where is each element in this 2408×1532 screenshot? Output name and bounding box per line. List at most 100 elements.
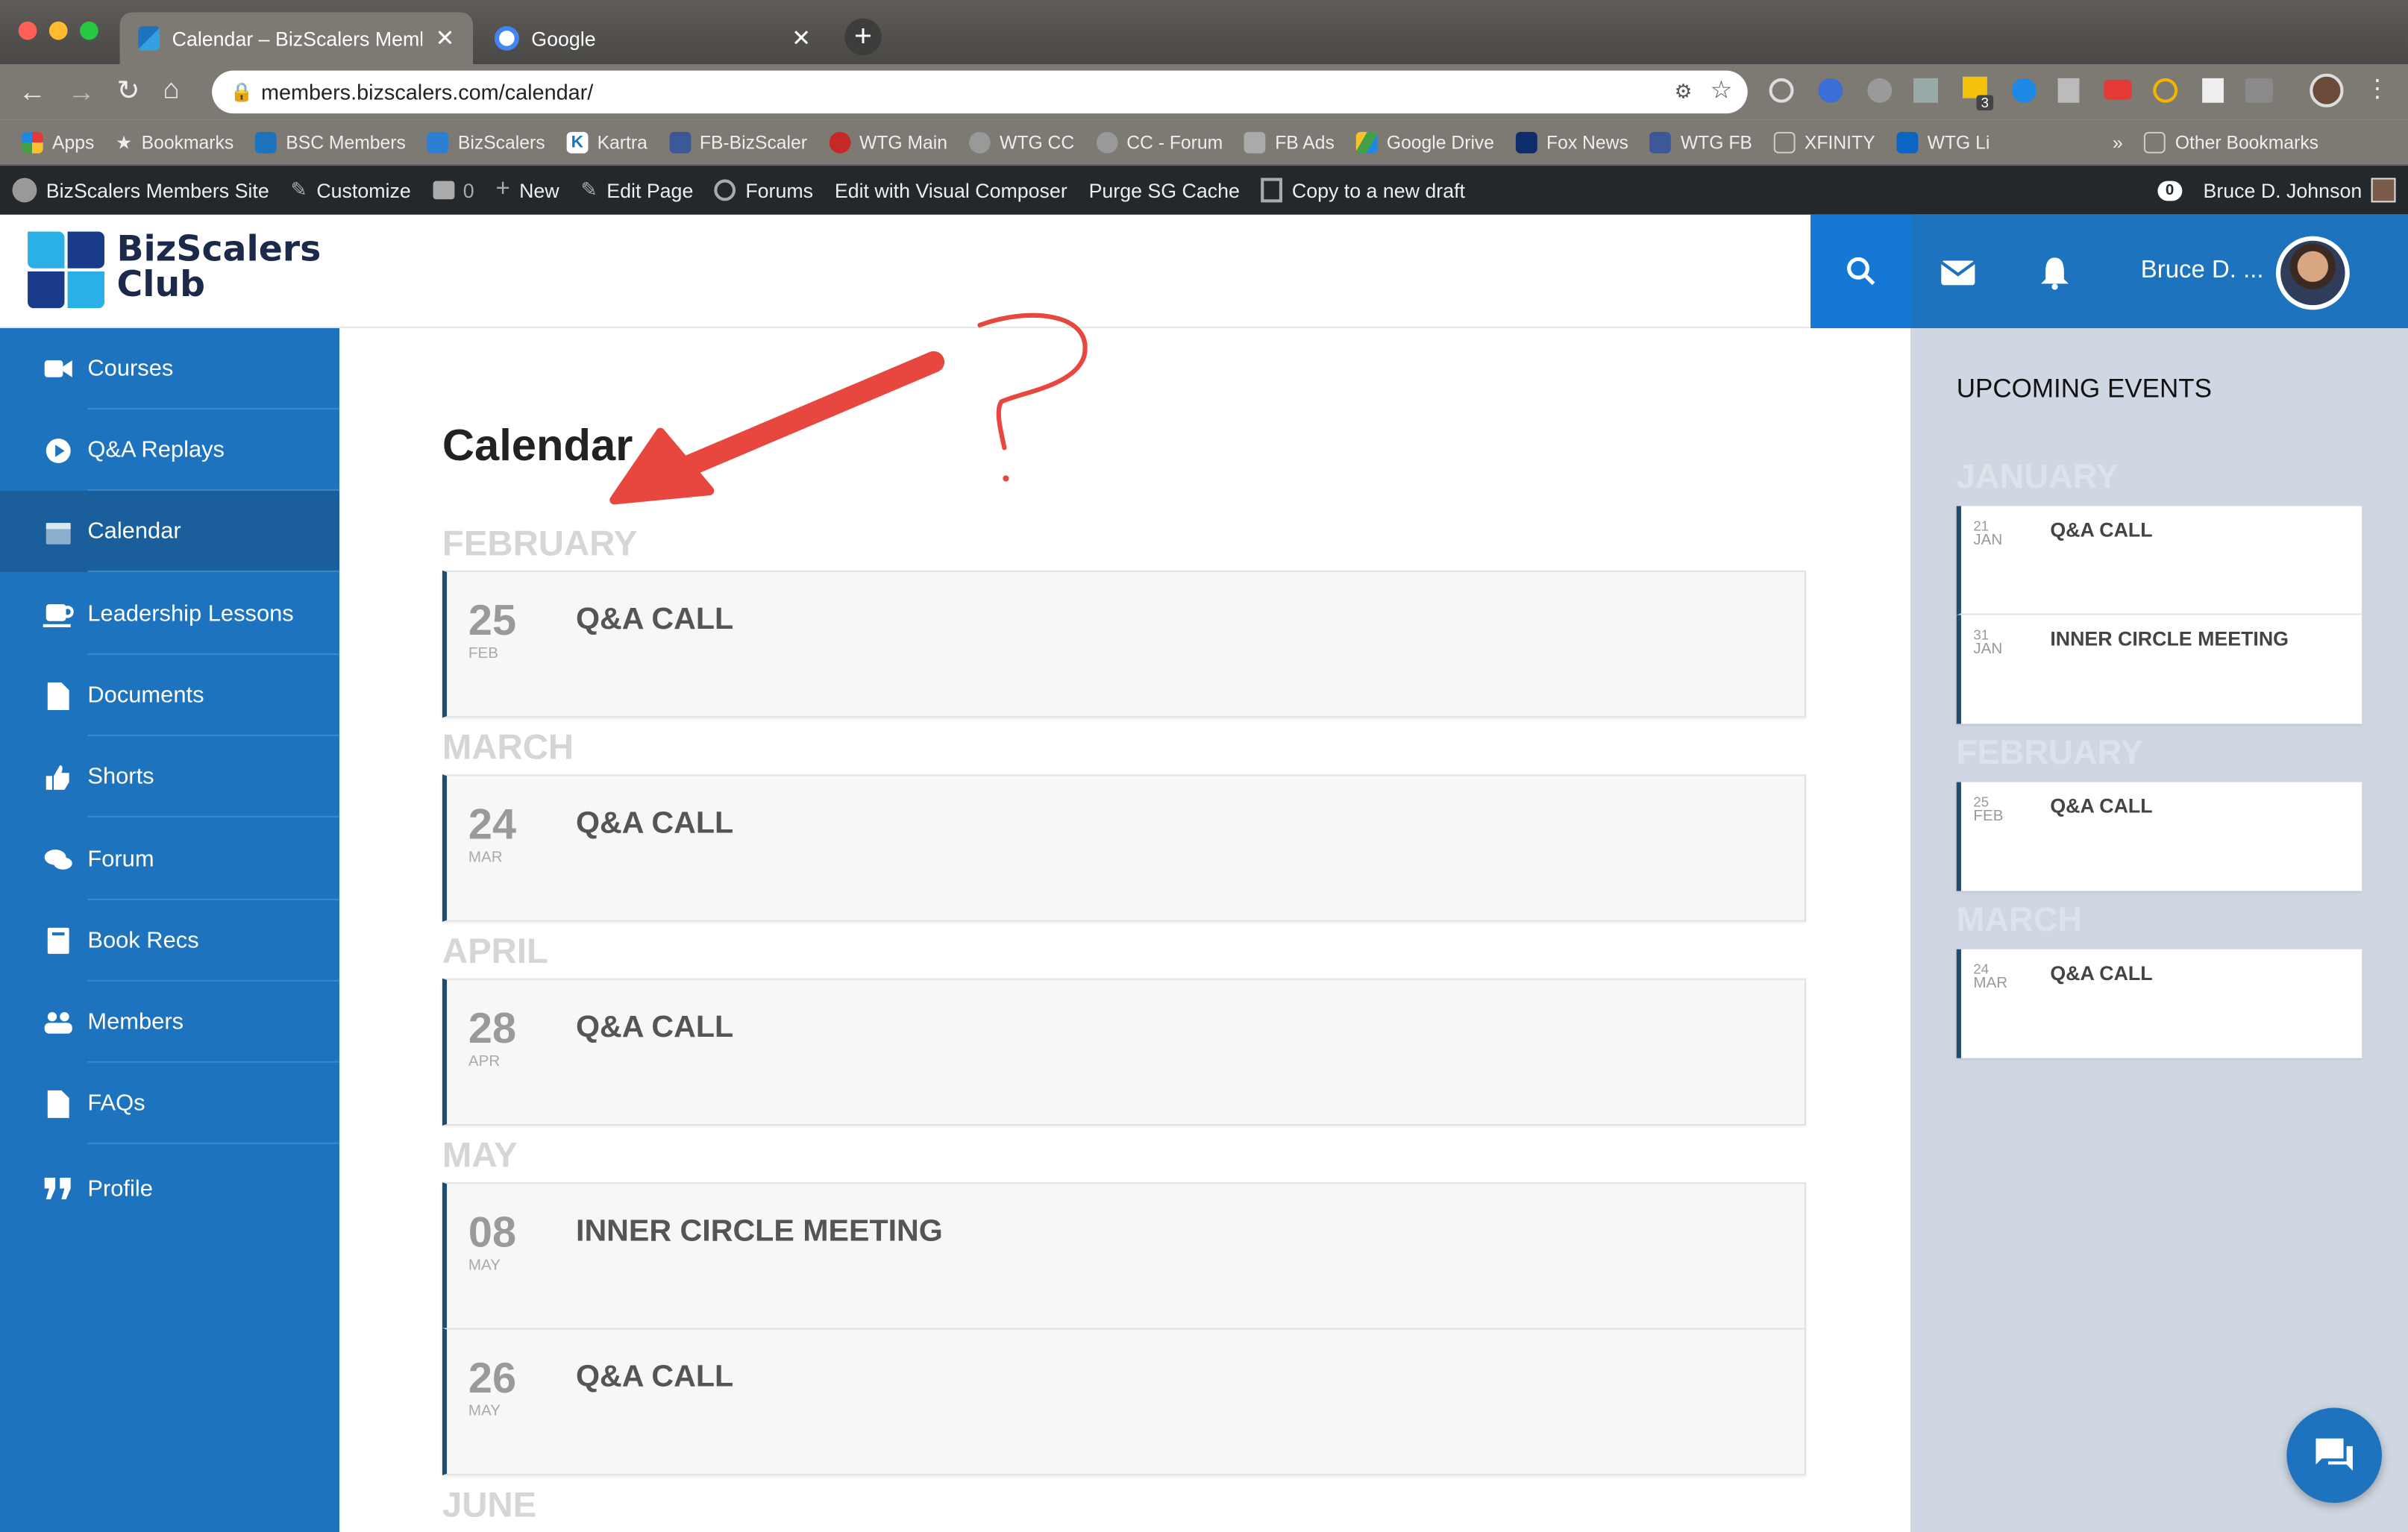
- event-card[interactable]: 08 MAY INNER CIRCLE MEETING: [442, 1182, 1806, 1330]
- tab-google[interactable]: Google ✕: [476, 12, 829, 64]
- envelope-icon[interactable]: [1941, 260, 1975, 286]
- extension-eyedropper-icon[interactable]: [1913, 78, 1939, 103]
- bookmark-fb-bizscaler[interactable]: FB-BizScaler: [668, 131, 807, 153]
- bookmark-bsc-members[interactable]: BSC Members: [255, 131, 406, 153]
- extension-code-icon[interactable]: [2245, 78, 2273, 103]
- bookmark-other[interactable]: Other Bookmarks: [2144, 131, 2318, 153]
- admin-purge-cache-link[interactable]: Purge SG Cache: [1089, 179, 1240, 202]
- chat-launcher-button[interactable]: [2286, 1407, 2382, 1503]
- bookmark-cc-forum[interactable]: CC - Forum: [1096, 131, 1223, 153]
- sidebar-item-q-a-replays[interactable]: Q&A Replays: [0, 409, 339, 491]
- bookmark-wtg-li[interactable]: WTG Li: [1896, 131, 1990, 153]
- admin-edit-page-link[interactable]: ✎ Edit Page: [580, 178, 693, 203]
- upcoming-event-card[interactable]: 31 JAN INNER CIRCLE MEETING: [1956, 615, 2362, 724]
- upcoming-event-title[interactable]: Q&A CALL: [2050, 794, 2152, 817]
- sidebar-item-calendar[interactable]: Calendar: [0, 490, 339, 572]
- header-username[interactable]: Bruce D. ...: [2141, 257, 2264, 285]
- extension-youtube-icon[interactable]: [2104, 79, 2132, 100]
- extension-bars-icon[interactable]: [2057, 78, 2080, 103]
- extension-a-icon[interactable]: [1818, 78, 1843, 103]
- bookmark-fb-ads[interactable]: FB Ads: [1244, 131, 1335, 153]
- bookmark-bookmarks[interactable]: ★ Bookmarks: [116, 131, 233, 153]
- google-drive-icon: [1355, 131, 1378, 153]
- folder-icon: [2144, 131, 2166, 153]
- tab-close-icon[interactable]: ✕: [435, 25, 454, 52]
- browser-menu-icon[interactable]: ⋮: [2365, 74, 2389, 104]
- site-logo-text[interactable]: BizScalers Club: [116, 232, 321, 304]
- sidebar-item-forum[interactable]: Forum: [0, 819, 339, 900]
- forward-arrow-icon[interactable]: →: [68, 77, 95, 109]
- url-bar[interactable]: 🔒 members.bizscalers.com/calendar/ ☆ ⚙: [212, 70, 1748, 114]
- upcoming-event-title[interactable]: Q&A CALL: [2050, 518, 2152, 541]
- event-title[interactable]: Q&A CALL: [576, 806, 733, 841]
- sidebar-item-profile[interactable]: Profile: [0, 1146, 339, 1231]
- admin-notifications[interactable]: 0: [2157, 180, 2182, 201]
- bookmark-google-drive[interactable]: Google Drive: [1355, 131, 1494, 153]
- profile-avatar-icon[interactable]: [2310, 73, 2344, 107]
- admin-forums-link[interactable]: Forums: [715, 179, 813, 201]
- extension-g-icon[interactable]: [2011, 78, 2037, 103]
- admin-visual-composer-link[interactable]: Edit with Visual Composer: [835, 179, 1067, 202]
- bookmark-fox-news[interactable]: Fox News: [1515, 131, 1628, 153]
- sidebar-item-courses[interactable]: Courses: [0, 328, 339, 409]
- event-card[interactable]: 24 MAR Q&A CALL: [442, 774, 1806, 922]
- month-heading: MAY: [442, 1134, 518, 1175]
- upcoming-event-title[interactable]: Q&A CALL: [2050, 961, 2152, 985]
- bookmark-apps[interactable]: Apps: [21, 131, 94, 153]
- back-arrow-icon[interactable]: ←: [19, 77, 46, 109]
- new-tab-button[interactable]: +: [844, 18, 882, 56]
- tab-close-icon[interactable]: ✕: [791, 25, 811, 52]
- extension-c-icon[interactable]: [2202, 78, 2224, 103]
- admin-user-menu[interactable]: Bruce D. Johnson: [2203, 178, 2396, 203]
- bookmark-xfinity[interactable]: XFINITY: [1773, 131, 1875, 153]
- admin-site-link[interactable]: BizScalers Members Site: [12, 178, 269, 203]
- upcoming-event-date: 31 JAN: [1973, 627, 2002, 658]
- upcoming-event-title[interactable]: INNER CIRCLE MEETING: [2050, 627, 2289, 650]
- sidebar-item-label: Documents: [87, 682, 204, 709]
- sidebar-item-shorts[interactable]: Shorts: [0, 736, 339, 817]
- bookmarks-overflow-button[interactable]: »: [2113, 131, 2123, 153]
- sidebar-item-label: Book Recs: [87, 927, 199, 954]
- bizscalers-logo-icon[interactable]: [28, 231, 104, 309]
- bookmark-wtg-main[interactable]: WTG Main: [828, 131, 947, 153]
- header-user-avatar[interactable]: [2275, 236, 2350, 310]
- bell-icon[interactable]: [2039, 256, 2070, 290]
- close-window-button[interactable]: [18, 21, 37, 40]
- event-title[interactable]: Q&A CALL: [576, 1360, 733, 1396]
- sidebar-item-members[interactable]: Members: [0, 982, 339, 1063]
- bookmark-wtg-cc[interactable]: WTG CC: [968, 131, 1074, 153]
- header-search-button[interactable]: [1810, 214, 1913, 328]
- upcoming-event-card[interactable]: 25 FEB Q&A CALL: [1956, 782, 2362, 891]
- upcoming-event-card[interactable]: 21 JAN Q&A CALL: [1956, 506, 2362, 615]
- upcoming-event-card[interactable]: 24 MAR Q&A CALL: [1956, 949, 2362, 1058]
- admin-customize-link[interactable]: ✎ Customize: [291, 178, 411, 203]
- tab-calendar[interactable]: Calendar – BizScalers Members ✕: [119, 12, 474, 65]
- extension-timer-icon[interactable]: [2153, 78, 2178, 103]
- admin-new-link[interactable]: + New: [496, 176, 559, 204]
- event-card[interactable]: 28 APR Q&A CALL: [442, 978, 1806, 1126]
- event-title[interactable]: Q&A CALL: [576, 1011, 733, 1046]
- event-title[interactable]: INNER CIRCLE MEETING: [576, 1214, 943, 1249]
- minimize-window-button[interactable]: [48, 21, 68, 40]
- sidebar-item-book-recs[interactable]: Book Recs: [0, 900, 339, 982]
- sidebar-item-documents[interactable]: Documents: [0, 655, 339, 736]
- bookmark-wtg-fb[interactable]: WTG FB: [1649, 131, 1752, 153]
- admin-comments-link[interactable]: 0: [432, 179, 474, 201]
- translate-icon[interactable]: ⚙: [1675, 71, 1693, 114]
- document-icon: [43, 681, 74, 709]
- event-title[interactable]: Q&A CALL: [576, 603, 733, 638]
- extension-ghost-icon[interactable]: [1867, 78, 1893, 103]
- bookmark-star-icon[interactable]: ☆: [1711, 71, 1733, 114]
- bookmark-bizscalers[interactable]: BizScalers: [427, 131, 545, 153]
- admin-copy-draft-link[interactable]: Copy to a new draft: [1261, 178, 1465, 203]
- reload-icon[interactable]: ↻: [116, 75, 139, 107]
- extension-info-icon[interactable]: [1769, 78, 1794, 103]
- event-card[interactable]: 26 MAY Q&A CALL: [442, 1328, 1806, 1475]
- maximize-window-button[interactable]: [80, 21, 98, 40]
- home-icon[interactable]: ⌂: [163, 74, 179, 106]
- event-card[interactable]: 25 FEB Q&A CALL: [442, 570, 1806, 718]
- bookmark-kartra[interactable]: K Kartra: [566, 131, 648, 153]
- sidebar-item-leadership-lessons[interactable]: Leadership Lessons: [0, 574, 339, 655]
- kartra-icon: K: [566, 131, 589, 153]
- sidebar-item-faqs[interactable]: FAQs: [0, 1063, 339, 1144]
